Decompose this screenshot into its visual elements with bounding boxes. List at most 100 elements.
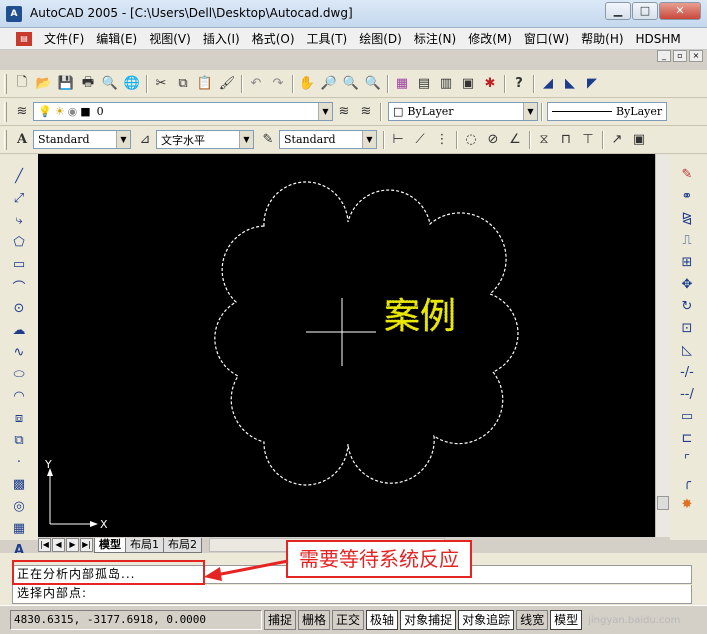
copy-object-icon[interactable]: ⚭ xyxy=(677,186,697,206)
osnap-toggle[interactable]: 对象捕捉 xyxy=(400,610,457,630)
trim-icon[interactable]: -/- xyxy=(677,362,697,382)
model-space-toggle[interactable]: 模型 xyxy=(550,610,583,630)
cut-icon[interactable]: ✂ xyxy=(151,74,171,94)
text-alignment-icon[interactable]: ⊿ xyxy=(135,130,155,150)
plot-preview-icon[interactable]: 🔍 xyxy=(100,74,120,94)
vertical-scroll-thumb[interactable] xyxy=(657,496,669,510)
offset-icon[interactable]: ⎍ xyxy=(677,230,697,250)
menu-window[interactable]: 窗口(W) xyxy=(518,30,575,47)
layer-previous-icon[interactable]: ≋ xyxy=(356,102,376,122)
insert-block-icon[interactable]: ⧈ xyxy=(9,408,29,428)
markup-icon[interactable]: ✱ xyxy=(480,74,500,94)
continue-dimension-icon[interactable]: ⊤ xyxy=(578,130,598,150)
diameter-dimension-icon[interactable]: ⊘ xyxy=(483,130,503,150)
break-icon[interactable]: ⊏ xyxy=(677,428,697,448)
chamfer-icon[interactable]: ⌜ xyxy=(677,450,697,470)
command-prompt-line[interactable]: 选择内部点: xyxy=(12,585,692,604)
menu-draw[interactable]: 绘图(D) xyxy=(353,30,408,47)
properties-icon[interactable]: ▦ xyxy=(392,74,412,94)
layer-manager-icon[interactable]: ≋ xyxy=(12,102,32,122)
document-icon[interactable]: ▤ xyxy=(16,31,32,46)
make-block-icon[interactable]: ⧉ xyxy=(9,430,29,450)
make-current-layer-icon[interactable]: ≋ xyxy=(334,102,354,122)
otrack-toggle[interactable]: 对象追踪 xyxy=(458,610,515,630)
toolbar-grip[interactable] xyxy=(4,73,7,94)
toolbar-grip[interactable] xyxy=(4,129,7,150)
layer-dropdown[interactable]: 💡 ☀ ◉ ■ 0 ▼ xyxy=(33,102,333,121)
circle-icon[interactable]: ⊙ xyxy=(9,298,29,318)
aligned-dimension-icon[interactable]: ⟋ xyxy=(410,130,430,150)
grid-toggle[interactable]: 栅格 xyxy=(298,610,331,630)
design-center-icon[interactable]: ▤ xyxy=(414,74,434,94)
draw-order-front-icon[interactable]: ◤ xyxy=(582,74,602,94)
drawing-area[interactable]: 案例 Y X xyxy=(38,154,655,537)
lineweight-toggle[interactable]: 线宽 xyxy=(516,610,549,630)
menu-format[interactable]: 格式(O) xyxy=(246,30,301,47)
menu-insert[interactable]: 插入(I) xyxy=(197,30,246,47)
tab-model[interactable]: 模型 xyxy=(94,537,126,553)
plot-icon[interactable]: 🖶 xyxy=(78,74,98,94)
baseline-dimension-icon[interactable]: ⊓ xyxy=(556,130,576,150)
polygon-icon[interactable]: ⬠ xyxy=(9,232,29,252)
rectangle-icon[interactable]: ▭ xyxy=(9,254,29,274)
menu-view[interactable]: 视图(V) xyxy=(143,30,197,47)
snap-toggle[interactable]: 捕捉 xyxy=(264,610,297,630)
line-icon[interactable]: ╱ xyxy=(9,166,29,186)
tab-last-icon[interactable]: ▶| xyxy=(80,538,93,552)
chevron-down-icon[interactable]: ▼ xyxy=(318,103,332,120)
fillet-icon[interactable]: ╭ xyxy=(677,472,697,492)
table-icon[interactable]: ▦ xyxy=(9,518,29,538)
sheet-set-icon[interactable]: ▣ xyxy=(458,74,478,94)
scale-icon[interactable]: ⊡ xyxy=(677,318,697,338)
autocad-app-icon[interactable]: A xyxy=(6,6,22,22)
pan-icon[interactable]: ✋ xyxy=(297,74,317,94)
menu-tools[interactable]: 工具(T) xyxy=(301,30,354,47)
break-at-point-icon[interactable]: ▭ xyxy=(677,406,697,426)
revision-cloud-icon[interactable]: ☁ xyxy=(9,320,29,340)
menu-file[interactable]: 文件(F) xyxy=(38,30,90,47)
construction-line-icon[interactable]: ⤢ xyxy=(9,188,29,208)
draw-order-icon[interactable]: ◢ xyxy=(538,74,558,94)
menu-dimension[interactable]: 标注(N) xyxy=(408,30,462,47)
menu-help[interactable]: 帮助(H) xyxy=(575,30,629,47)
chevron-down-icon[interactable]: ▼ xyxy=(362,131,376,148)
zoom-realtime-icon[interactable]: 🔎 xyxy=(319,74,339,94)
doc-minimize-button[interactable]: _ xyxy=(657,50,671,62)
hatch-icon[interactable]: ▩ xyxy=(9,474,29,494)
save-icon[interactable]: 💾 xyxy=(56,74,76,94)
copy-icon[interactable]: ⧉ xyxy=(173,74,193,94)
zoom-window-icon[interactable]: 🔍 xyxy=(341,74,361,94)
redo-icon[interactable]: ↷ xyxy=(268,74,288,94)
draw-order-back-icon[interactable]: ◣ xyxy=(560,74,580,94)
radius-dimension-icon[interactable]: ◌ xyxy=(461,130,481,150)
array-icon[interactable]: ⊞ xyxy=(677,252,697,272)
menu-hdshm[interactable]: HDSHM xyxy=(630,32,687,46)
quick-dimension-icon[interactable]: ⧖ xyxy=(534,130,554,150)
tab-layout2[interactable]: 布局2 xyxy=(163,537,202,553)
erase-icon[interactable]: ✎ xyxy=(677,164,697,184)
dim-style-dropdown[interactable]: Standard ▼ xyxy=(279,130,377,149)
color-dropdown[interactable]: □ ByLayer ▼ xyxy=(388,102,538,121)
undo-icon[interactable]: ↶ xyxy=(246,74,266,94)
text-style-dropdown[interactable]: Standard ▼ xyxy=(33,130,131,149)
tab-prev-icon[interactable]: ◀ xyxy=(52,538,65,552)
dim-style-icon[interactable]: ✎ xyxy=(258,130,278,150)
doc-restore-button[interactable]: ▫ xyxy=(673,50,687,62)
match-properties-icon[interactable]: 🖌 xyxy=(217,74,237,94)
publish-icon[interactable]: 🌐 xyxy=(122,74,142,94)
extend-icon[interactable]: --/ xyxy=(677,384,697,404)
chevron-down-icon[interactable]: ▼ xyxy=(239,131,253,148)
mirror-icon[interactable]: ⧎ xyxy=(677,208,697,228)
ellipse-arc-icon[interactable]: ◠ xyxy=(9,386,29,406)
point-icon[interactable]: · xyxy=(9,452,29,472)
tab-first-icon[interactable]: |◀ xyxy=(38,538,51,552)
rotate-icon[interactable]: ↻ xyxy=(677,296,697,316)
text-alignment-dropdown[interactable]: 文字水平 ▼ xyxy=(156,130,254,149)
help-icon[interactable]: ? xyxy=(509,74,529,94)
vertical-scrollbar[interactable] xyxy=(655,154,670,537)
zoom-previous-icon[interactable]: 🔍 xyxy=(363,74,383,94)
polyline-icon[interactable]: ⤷ xyxy=(9,210,29,230)
polar-toggle[interactable]: 极轴 xyxy=(366,610,399,630)
tolerance-icon[interactable]: ▣ xyxy=(629,130,649,150)
spline-icon[interactable]: ∿ xyxy=(9,342,29,362)
